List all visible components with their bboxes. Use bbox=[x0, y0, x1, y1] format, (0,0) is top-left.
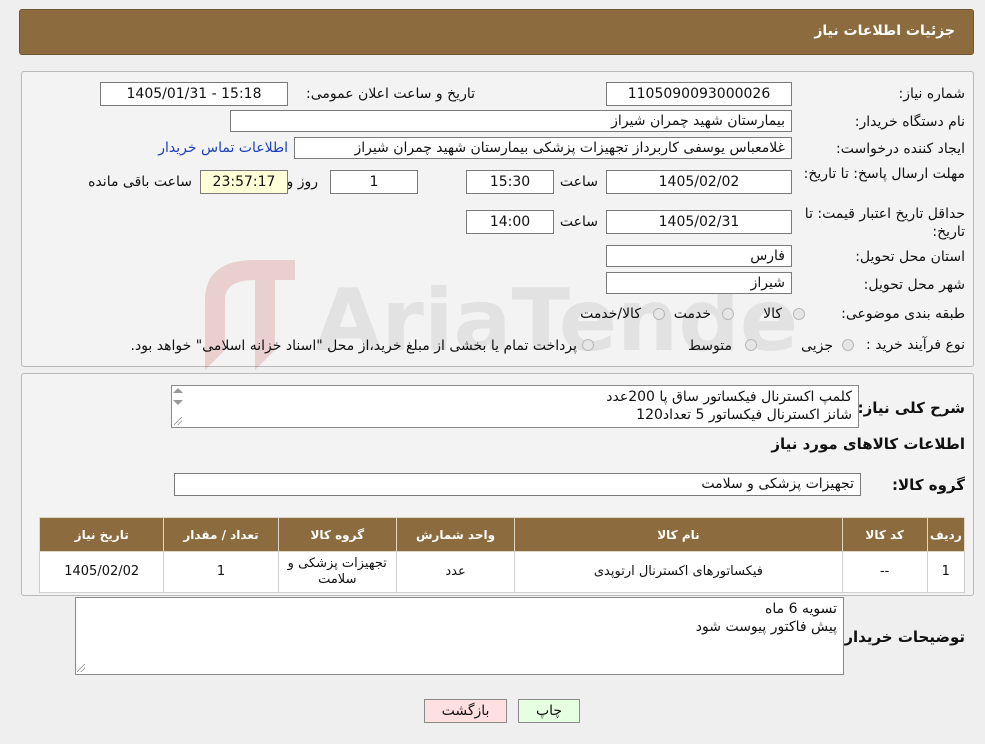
category-option-service: خدمت bbox=[673, 306, 711, 322]
category-option-goods: کالا bbox=[763, 306, 782, 322]
goods-group-field: تجهیزات پزشکی و سلامت bbox=[174, 473, 861, 496]
resize-grip-icon[interactable] bbox=[174, 417, 182, 425]
validity-time-field: 14:00 bbox=[466, 210, 554, 234]
deadline-time-field: 15:30 bbox=[466, 170, 554, 194]
validity-time-label: ساعت bbox=[559, 214, 598, 230]
category-option-goods-service: کالا/خدمت bbox=[580, 306, 641, 322]
deadline-label: مهلت ارسال پاسخ: تا تاریخ: bbox=[803, 166, 965, 182]
col-unit: واحد شمارش bbox=[395, 517, 516, 552]
description-label: شرح کلی نیاز: bbox=[857, 399, 965, 417]
col-need-date: تاریخ نیاز bbox=[38, 517, 165, 552]
notes-resize-grip-icon[interactable] bbox=[77, 664, 85, 672]
category-radio-service[interactable] bbox=[722, 308, 734, 320]
description-line-2: شانز اکسترنال فیکساتور 5 تعداد120 bbox=[636, 407, 852, 423]
col-row: ردیف bbox=[926, 517, 966, 552]
scroll-down-icon[interactable] bbox=[173, 400, 183, 405]
need-number-label: شماره نیاز: bbox=[898, 86, 966, 102]
category-radio-goods-service[interactable] bbox=[653, 308, 665, 320]
deadline-time-label: ساعت bbox=[559, 174, 598, 190]
buyer-notes-textarea[interactable]: تسویه 6 ماه پیش فاکتور پیوست شود bbox=[75, 597, 844, 675]
city-label: شهر محل تحویل: bbox=[863, 277, 965, 293]
table-header-row: ردیف کد کالا نام کالا واحد شمارش گروه کا… bbox=[38, 517, 966, 552]
process-radio-treasury[interactable] bbox=[582, 339, 594, 351]
scroll-up-icon[interactable] bbox=[173, 388, 183, 393]
category-radio-goods[interactable] bbox=[793, 308, 805, 320]
process-option-medium: متوسط bbox=[688, 338, 732, 354]
creator-field: غلامعباس یوسفی کاربرداز تجهیزات پزشکی بی… bbox=[294, 137, 792, 159]
city-field: شیراز bbox=[606, 272, 792, 294]
page-title: جزئیات اطلاعات نیاز bbox=[814, 23, 955, 39]
province-field: فارس bbox=[606, 245, 792, 267]
cell-code: -- bbox=[841, 551, 928, 593]
remaining-label: ساعت باقی مانده bbox=[88, 174, 192, 190]
remaining-time-field: 23:57:17 bbox=[200, 170, 288, 194]
validity-label: حداقل تاریخ اعتبار قیمت: تا تاریخ: bbox=[804, 206, 965, 240]
validity-date-field: 1405/02/31 bbox=[606, 210, 792, 234]
col-group: گروه کالا bbox=[277, 517, 397, 552]
process-note: پرداخت تمام یا بخشی از مبلغ خرید،از محل … bbox=[130, 338, 577, 354]
goods-table: ردیف کد کالا نام کالا واحد شمارش گروه کا… bbox=[38, 517, 966, 593]
cell-quantity: 1 bbox=[163, 551, 279, 593]
cell-unit: عدد bbox=[395, 551, 516, 593]
buyer-contact-link[interactable]: اطلاعات تماس خریدار bbox=[158, 140, 288, 156]
need-number-field: 1105090093000026 bbox=[606, 82, 792, 106]
days-label: روز و bbox=[286, 174, 319, 190]
page-header: جزئیات اطلاعات نیاز bbox=[19, 9, 974, 55]
cell-name: فیکساتورهای اکسترنال ارتوپدی bbox=[514, 551, 843, 593]
process-radio-minor[interactable] bbox=[842, 339, 854, 351]
goods-section-title: اطلاعات کالاهای مورد نیاز bbox=[771, 435, 965, 453]
category-label: طبقه بندی موضوعی: bbox=[841, 306, 965, 322]
print-button[interactable]: چاپ bbox=[518, 699, 580, 723]
col-code: کد کالا bbox=[841, 517, 928, 552]
description-line-1: کلمپ اکسترنال فیکساتور ساق پا 200عدد bbox=[606, 389, 852, 405]
table-row: 1 -- فیکساتورهای اکسترنال ارتوپدی عدد تج… bbox=[38, 551, 966, 593]
goods-group-label: گروه کالا: bbox=[892, 476, 965, 494]
process-label: نوع فرآیند خرید : bbox=[866, 337, 965, 353]
days-field: 1 bbox=[330, 170, 418, 194]
buyer-org-field: بیمارستان شهید چمران شیراز bbox=[230, 110, 792, 132]
announce-label: تاریخ و ساعت اعلان عمومی: bbox=[306, 86, 475, 102]
cell-row: 1 bbox=[926, 551, 966, 593]
buyer-notes-label: توضیحات خریدار: bbox=[838, 628, 965, 646]
description-textarea[interactable]: کلمپ اکسترنال فیکساتور ساق پا 200عدد شان… bbox=[171, 385, 859, 428]
province-label: استان محل تحویل: bbox=[855, 249, 965, 265]
cell-group: تجهیزات پزشکی و سلامت bbox=[277, 551, 397, 593]
process-option-minor: جزیی bbox=[801, 338, 833, 354]
announce-field: 1405/01/31 - 15:18 bbox=[100, 82, 288, 106]
deadline-date-field: 1405/02/02 bbox=[606, 170, 792, 194]
buyer-notes-line-2: پیش فاکتور پیوست شود bbox=[695, 619, 837, 635]
col-name: نام کالا bbox=[514, 517, 843, 552]
back-button[interactable]: بازگشت bbox=[424, 699, 507, 723]
cell-need-date: 1405/02/02 bbox=[38, 551, 165, 593]
col-quantity: تعداد / مقدار bbox=[163, 517, 279, 552]
process-radio-medium[interactable] bbox=[745, 339, 757, 351]
buyer-notes-line-1: تسویه 6 ماه bbox=[765, 601, 837, 617]
buyer-org-label: نام دستگاه خریدار: bbox=[854, 114, 965, 130]
creator-label: ایجاد کننده درخواست: bbox=[836, 141, 965, 157]
